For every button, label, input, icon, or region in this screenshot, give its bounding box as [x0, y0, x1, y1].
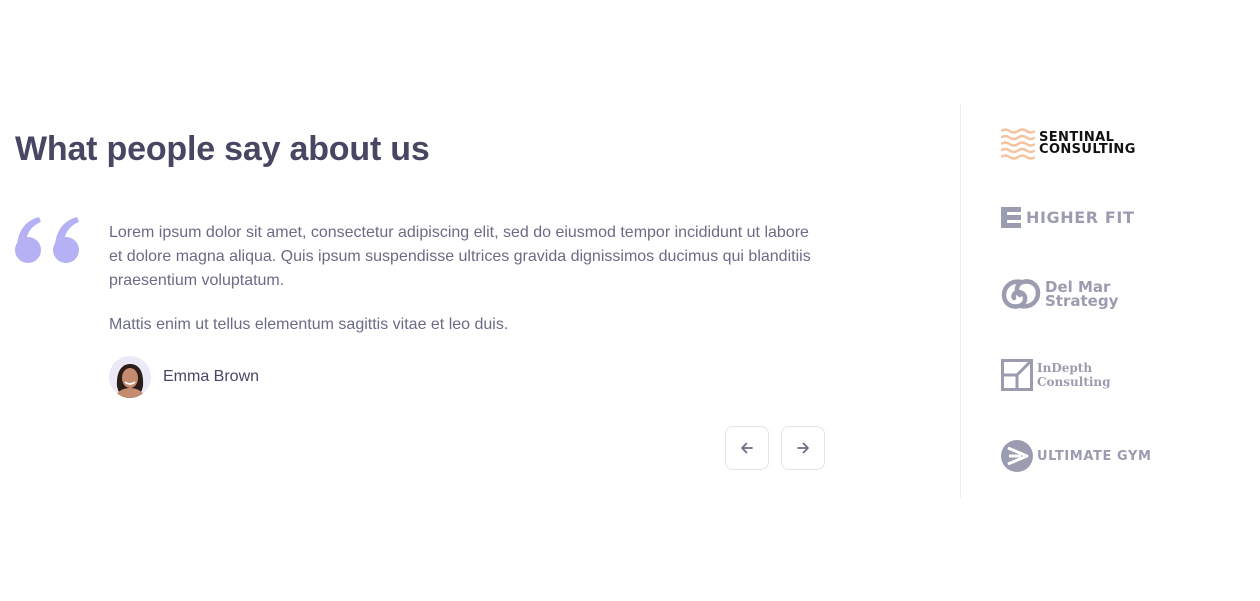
- logo-text-line: CONSULTING: [1039, 142, 1136, 157]
- previous-button[interactable]: [725, 426, 769, 470]
- section-title: What people say about us: [15, 130, 430, 168]
- logo-del-mar-strategy: Del Mar Strategy: [1001, 277, 1118, 311]
- testimonial-author: Emma Brown: [109, 356, 259, 398]
- framed-square-icon: [1001, 359, 1033, 391]
- swirl-icon: [1001, 279, 1041, 309]
- logo-higher-fit: HIGHER FIT: [1001, 207, 1134, 228]
- vertical-divider: [960, 104, 961, 498]
- next-button[interactable]: [781, 426, 825, 470]
- play-circle-icon: [1001, 440, 1033, 472]
- quote-mark-icon: [15, 217, 79, 263]
- logo-text-line: Consulting: [1037, 375, 1111, 389]
- arrow-right-icon: [797, 442, 809, 454]
- logo-text-line: Strategy: [1045, 292, 1119, 310]
- arrow-left-icon: [741, 442, 753, 454]
- author-name: Emma Brown: [163, 368, 260, 385]
- logo-text-line: ULTIMATE GYM: [1037, 448, 1152, 464]
- logo-text-line: HIGHER FIT: [1026, 208, 1135, 227]
- logo-indepth-consulting: InDepth Consulting: [1001, 359, 1111, 391]
- testimonial-quote: Lorem ipsum dolor sit amet, consectetur …: [109, 221, 825, 337]
- wave-lines-icon: [1001, 128, 1035, 160]
- logo-sentinal-consulting: SENTINAL CONSULTING: [1001, 128, 1136, 160]
- quote-paragraph: Mattis enim ut tellus elementum sagittis…: [109, 316, 509, 333]
- logo-ultimate-gym: ULTIMATE GYM: [1001, 440, 1152, 472]
- quote-paragraph: Lorem ipsum dolor sit amet, consectetur …: [109, 224, 811, 289]
- avatar: [109, 356, 151, 398]
- stacked-bars-icon: [1001, 207, 1021, 228]
- testimonial-section: What people say about us Lorem ipsum dol…: [0, 0, 1260, 601]
- logo-text-line: InDepth: [1037, 361, 1093, 375]
